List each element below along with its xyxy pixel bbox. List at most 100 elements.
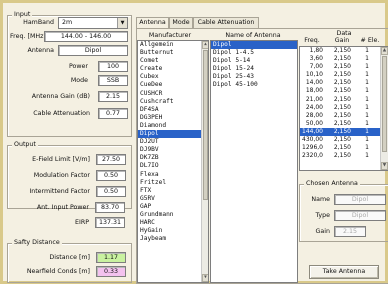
manufacturer-list-item[interactable]: HyGain xyxy=(138,227,201,235)
manufacturer-list-item[interactable]: Fritzel xyxy=(138,179,201,187)
data-rows: 1,80 2,150 1 3,60 2,150 1 7,00 2,150 1 10,10 2,150… xyxy=(300,47,380,160)
mode-label: Mode xyxy=(70,77,88,84)
freq-cell: 2320,0 xyxy=(302,152,323,160)
antenna-data-table[interactable]: 1,80 2,150 1 3,60 2,150 1 7,00 2,150 1 10,10 2,150… xyxy=(299,46,388,171)
freq-cell: 14,00 xyxy=(305,79,323,87)
antenna-field: Dipol xyxy=(58,45,128,56)
manufacturer-list-item[interactable]: DL7IO xyxy=(138,162,201,170)
antenna-name-list-item[interactable]: Dipol 1-4.5 xyxy=(211,49,297,57)
manufacturer-list-item[interactable]: HARC xyxy=(138,219,201,227)
table-row[interactable]: 430,00 2,150 1 xyxy=(300,136,380,144)
table-row[interactable]: 2320,0 2,150 1 xyxy=(300,152,380,160)
manufacturer-list-item[interactable]: Flexa xyxy=(138,171,201,179)
antenna-name-list-item[interactable]: Dipol xyxy=(211,41,297,50)
data-scrollbar[interactable]: ▲ ▼ xyxy=(380,47,388,170)
tab-mode[interactable]: Mode xyxy=(169,17,193,28)
freq-cell: 1296,0 xyxy=(302,144,323,152)
freq-cell: 21,00 xyxy=(305,95,323,103)
data-scroll-thumb[interactable] xyxy=(382,56,387,152)
manufacturer-list-item[interactable]: Create xyxy=(138,65,201,73)
table-row[interactable]: 1296,0 2,150 1 xyxy=(300,144,380,152)
manufacturer-list-item[interactable]: DJ2UT xyxy=(138,138,201,146)
table-row[interactable]: 18,00 2,150 1 xyxy=(300,87,380,95)
table-row[interactable]: 28,00 2,150 1 xyxy=(300,112,380,120)
table-row[interactable]: 21,00 2,150 1 xyxy=(300,96,380,104)
chosen-gain-field: 2.15 xyxy=(334,226,366,237)
gain-cell: 2,150 xyxy=(333,79,351,87)
nearfield-label: Nearfield Conds [m] xyxy=(26,268,90,275)
manufacturer-list-item[interactable]: FTX xyxy=(138,187,201,195)
antenna-name-list-item[interactable]: Dipol 25-43 xyxy=(211,73,297,81)
ele-cell: 1 xyxy=(365,87,369,95)
gain-cell: 2,150 xyxy=(333,111,351,119)
ele-cell: 1 xyxy=(365,71,369,79)
arrow-down-icon[interactable]: ▼ xyxy=(381,162,388,170)
gain-field: 2.15 xyxy=(98,91,128,102)
ham-band-select[interactable]: 2m ▼ xyxy=(58,17,128,29)
table-row[interactable]: 10,10 2,150 1 xyxy=(300,71,380,79)
arrow-up-icon[interactable]: ▲ xyxy=(202,41,208,49)
ele-column-header: # Ele. xyxy=(360,37,380,44)
manufacturer-list-item[interactable]: CUSHCR xyxy=(138,90,201,98)
antenna-name-rows: Dipol Dipol 1-4.5 Dipol 5-14 Dipol 15-24 Dip… xyxy=(211,41,297,90)
manufacturer-scroll-thumb[interactable] xyxy=(203,50,208,200)
intermittent-field: 0.50 xyxy=(96,186,126,197)
manufacturer-list-item[interactable]: Comet xyxy=(138,57,201,65)
table-row[interactable]: 7,00 2,150 1 xyxy=(300,63,380,71)
gain-column-header: Gain xyxy=(334,37,350,44)
manufacturer-list-item[interactable]: Diamond xyxy=(138,122,201,130)
manufacturer-list[interactable]: Allgemein Butternut Comet Create Cubex CueDee… xyxy=(137,40,209,283)
antenna-name-list[interactable]: Dipol Dipol 1-4.5 Dipol 5-14 Dipol 15-24 Dip… xyxy=(210,40,298,283)
freq-cell: 7,00 xyxy=(309,63,323,71)
antenna-name-list-item[interactable]: Dipol 45-100 xyxy=(211,81,297,89)
manufacturer-list-item[interactable]: Grundmann xyxy=(138,211,201,219)
manufacturer-list-item[interactable]: Allgemein xyxy=(138,41,201,49)
gain-cell: 2,150 xyxy=(333,87,351,95)
safety-group-title: Safty Distance xyxy=(12,239,62,246)
ele-cell: 1 xyxy=(365,119,369,127)
manufacturer-list-item[interactable]: G5RV xyxy=(138,195,201,203)
table-row[interactable]: 3,60 2,150 1 xyxy=(300,55,380,63)
manufacturer-list-item[interactable]: DG3PEH xyxy=(138,114,201,122)
gain-cell: 2,150 xyxy=(333,95,351,103)
manufacturer-list-item[interactable]: DJ9BV xyxy=(138,146,201,154)
freq-cell: 144,00 xyxy=(302,127,323,135)
freq-field: 144.00 - 146.00 xyxy=(44,31,128,42)
manufacturer-list-item[interactable]: Cushcraft xyxy=(138,98,201,106)
modulation-label: Modulation Factor xyxy=(33,172,90,179)
take-antenna-button[interactable]: Take Antenna xyxy=(309,265,379,279)
gain-cell: 2,150 xyxy=(333,103,351,111)
manufacturer-scrollbar[interactable]: ▲ ▼ xyxy=(201,41,208,282)
manufacturer-list-item[interactable]: Jaybeam xyxy=(138,235,201,243)
arrow-up-icon[interactable]: ▲ xyxy=(381,47,388,55)
table-row[interactable]: 50,00 2,150 1 xyxy=(300,120,380,128)
manufacturer-list-item[interactable]: Cubex xyxy=(138,73,201,81)
manufacturer-list-item[interactable]: CueDee xyxy=(138,81,201,89)
manufacturer-list-item[interactable]: Dipol xyxy=(138,130,201,139)
ele-cell: 1 xyxy=(365,127,369,135)
power-field[interactable]: 100 xyxy=(98,61,128,72)
antenna-name-list-item[interactable]: Dipol 5-14 xyxy=(211,57,297,65)
table-row[interactable]: 14,00 2,150 1 xyxy=(300,79,380,87)
gain-label: Antenna Gain (dB) xyxy=(31,93,90,100)
chosen-type-label: Type xyxy=(315,212,330,219)
chevron-down-icon[interactable]: ▼ xyxy=(117,18,127,28)
efield-label: E-Field Limit [V/m] xyxy=(32,156,90,163)
manufacturer-list-item[interactable]: Butternut xyxy=(138,49,201,57)
manufacturer-list-item[interactable]: DK7ZB xyxy=(138,154,201,162)
gain-cell: 2,150 xyxy=(333,71,351,79)
freq-cell: 10,10 xyxy=(305,71,323,79)
freq-cell: 3,60 xyxy=(309,55,323,63)
freq-cell: 28,00 xyxy=(305,111,323,119)
table-row[interactable]: 144,00 2,150 1 xyxy=(300,127,380,137)
antenna-name-list-item[interactable]: Dipol 15-24 xyxy=(211,65,297,73)
distance-label: Distance [m] xyxy=(49,254,90,261)
tab-cable-attenuation[interactable]: Cable Attenuation xyxy=(193,17,259,28)
table-row[interactable]: 24,00 2,150 1 xyxy=(300,104,380,112)
chosen-name-field: Dipol xyxy=(334,194,386,205)
ele-cell: 1 xyxy=(365,103,369,111)
manufacturer-list-item[interactable]: DF4SA xyxy=(138,106,201,114)
manufacturer-list-item[interactable]: GAP xyxy=(138,203,201,211)
arrow-down-icon[interactable]: ▼ xyxy=(202,274,208,282)
table-row[interactable]: 1,80 2,150 1 xyxy=(300,47,380,55)
